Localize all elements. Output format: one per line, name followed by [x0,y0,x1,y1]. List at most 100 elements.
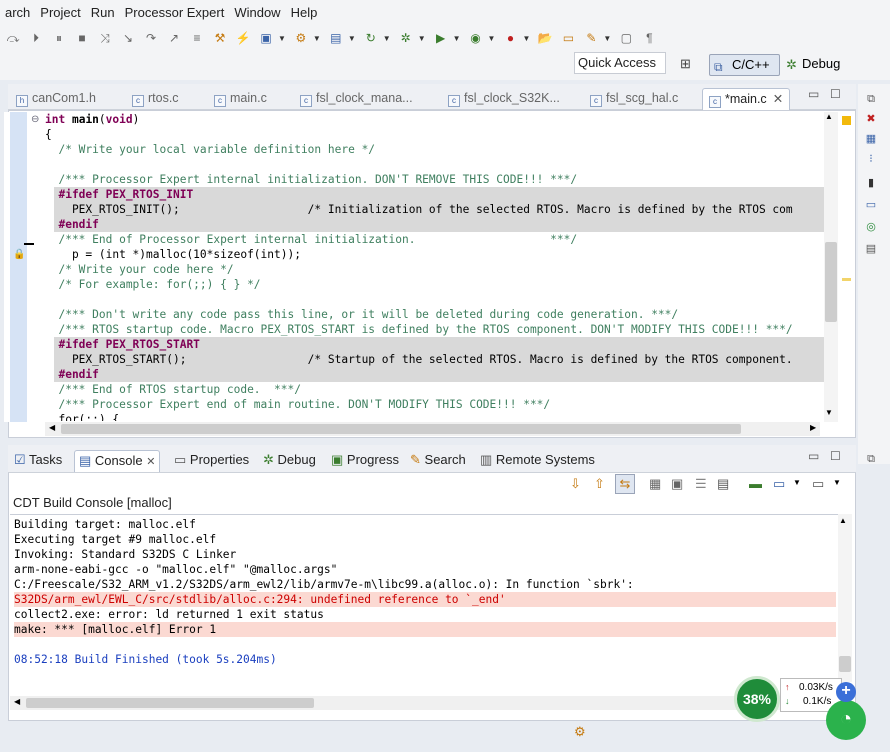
menu-run[interactable]: Run [86,0,120,26]
scroll-up-icon[interactable]: ▲ [839,516,847,525]
warning-marker-icon[interactable]: 🔒 [13,249,25,260]
scroll-down-icon[interactable]: ▼ [825,408,833,417]
chevron-down-icon[interactable]: ▼ [833,478,841,487]
open-perspective-icon[interactable]: ⊞ [680,56,691,72]
maximize-icon[interactable]: ☐ [830,87,841,101]
debug-bug-icon[interactable]: ✲ [395,28,417,48]
tab-search[interactable]: ✎ Search [410,450,466,472]
link-console-icon[interactable]: ⇆ [615,474,635,494]
minimize-icon[interactable]: ▭ [808,87,819,101]
console-horizontal-scrollbar[interactable]: ◀ [10,696,838,710]
pin-icon[interactable]: ✎ [580,28,602,48]
scroll-thumb[interactable] [61,424,741,434]
overview-marker[interactable] [842,278,851,281]
chevron-down-icon[interactable]: ▼ [383,34,391,43]
chevron-down-icon[interactable]: ▼ [313,34,321,43]
chevron-down-icon[interactable]: ▼ [453,34,461,43]
chevron-down-icon[interactable]: ▼ [488,34,496,43]
step-return-icon[interactable]: ↗ [163,28,185,48]
disconnect-icon[interactable]: ⤨ [94,28,116,48]
tab-console[interactable]: ▤ Console ✕ [74,450,161,472]
scroll-left-icon[interactable]: ◀ [14,697,20,706]
status-tool-icon[interactable]: ⚙ [574,724,586,740]
next-problem-icon[interactable]: ⇩ [570,476,581,492]
restore-icon[interactable]: ⧉ [864,92,878,106]
skip-icon[interactable]: ⤼ [2,28,24,48]
hierarchy-icon[interactable]: ▦ [864,132,878,146]
tab-tasks[interactable]: ☑ Tasks [14,450,62,472]
restore-icon[interactable]: ⧉ [864,452,878,466]
tab-debug[interactable]: ✲ Debug [263,450,316,472]
editor-vertical-scrollbar[interactable]: ▲ ▼ [824,112,838,422]
perspective-debug-button[interactable]: ✲ Debug [784,54,856,76]
menu-search[interactable]: arch [0,0,35,26]
run-icon[interactable]: ▶ [430,28,452,48]
scroll-right-icon[interactable]: ▶ [810,423,816,432]
menu-window[interactable]: Window [229,0,285,26]
toggle-mark-icon[interactable]: ▢ [615,28,637,48]
suspend-icon[interactable]: ⏸ [48,28,70,48]
chevron-down-icon[interactable]: ▼ [522,34,530,43]
include-browser-icon[interactable]: ⁝ [864,152,878,166]
menu-processor-expert[interactable]: Processor Expert [120,0,230,26]
outline-icon[interactable]: ✖ [864,112,878,126]
memory-icon[interactable]: ▭ [864,198,878,212]
previous-problem-icon[interactable]: ⇧ [594,476,605,492]
scroll-up-icon[interactable]: ▲ [825,112,833,121]
chevron-down-icon[interactable]: ▼ [603,34,611,43]
chevron-down-icon[interactable]: ▼ [418,34,426,43]
scroll-left-icon[interactable]: ◀ [49,423,55,432]
paragraph-icon[interactable]: ¶ [638,28,660,48]
overview-marker[interactable] [842,116,851,125]
console-error-line[interactable]: make: *** [malloc.elf] Error 1 [14,622,836,637]
flash-icon[interactable]: ⚡ [232,28,254,48]
word-wrap-icon[interactable]: ☰ [695,476,707,492]
build-all-icon[interactable]: ⚒ [209,28,231,48]
folder-icon[interactable]: ▭ [557,28,579,48]
console-output[interactable]: Building target: malloc.elf Executing ta… [10,514,838,682]
registers-icon[interactable]: ▤ [864,242,878,256]
tab-remote-systems[interactable]: ▥ Remote Systems [480,450,595,472]
close-icon[interactable]: ✕ [773,92,783,106]
tab-main-c-active[interactable]: c *main.c ✕ [702,88,791,110]
pin-console-icon[interactable]: ▣ [671,476,683,492]
code-editor[interactable]: int main(void) { /* Write your local var… [8,110,856,438]
close-icon[interactable]: ✕ [146,456,155,468]
chevron-down-icon[interactable]: ▼ [793,478,801,487]
step-into-icon[interactable]: ↘ [117,28,139,48]
add-icon[interactable]: + [836,682,856,702]
scroll-thumb[interactable] [839,656,851,672]
new-file-icon[interactable]: ▤ [325,28,347,48]
tab-cancom1-h[interactable]: h canCom1.h [16,88,96,110]
resume-icon[interactable]: ⏵ [25,28,47,48]
tab-rtos-c[interactable]: c rtos.c [132,88,179,110]
cpu-gauge[interactable]: 38% [734,676,780,722]
chevron-down-icon[interactable]: ▼ [278,34,286,43]
instruction-step-icon[interactable]: ≡ [186,28,208,48]
scroll-lock-icon[interactable]: ▦ [649,476,661,492]
new-console-icon[interactable]: ▬ [749,476,762,491]
open-console-icon[interactable]: ▭ [812,476,824,492]
minimize-icon[interactable]: ▭ [808,449,819,463]
scroll-thumb[interactable] [825,242,837,322]
editor-horizontal-scrollbar[interactable]: ◀ ▶ [45,422,820,436]
chevron-down-icon[interactable]: ▼ [348,34,356,43]
run-config-icon[interactable]: ◉ [465,28,487,48]
tab-main-c[interactable]: c main.c [214,88,267,110]
tab-properties[interactable]: ▭ Properties [174,450,249,472]
target-icon[interactable]: ◎ [864,220,878,234]
tab-fsl-scg-hal[interactable]: c fsl_scg_hal.c [590,88,678,110]
refresh-icon[interactable]: ↻ [360,28,382,48]
console-vertical-scrollbar[interactable]: ▲ [838,514,852,682]
quick-access-input[interactable]: Quick Access [574,52,666,74]
display-console-icon[interactable]: ▭ [773,476,785,492]
processor-expert-icon[interactable]: ⚙ [290,28,312,48]
tab-progress[interactable]: ▣ Progress [331,450,399,472]
component-inspector-icon[interactable]: ▮ [864,176,878,190]
new-project-icon[interactable]: ▣ [255,28,277,48]
maximize-icon[interactable]: ☐ [830,449,841,463]
menu-project[interactable]: Project [35,0,85,26]
tab-fsl-clock-mana[interactable]: c fsl_clock_mana... [300,88,413,110]
scroll-thumb[interactable] [26,698,314,708]
step-over-icon[interactable]: ↷ [140,28,162,48]
